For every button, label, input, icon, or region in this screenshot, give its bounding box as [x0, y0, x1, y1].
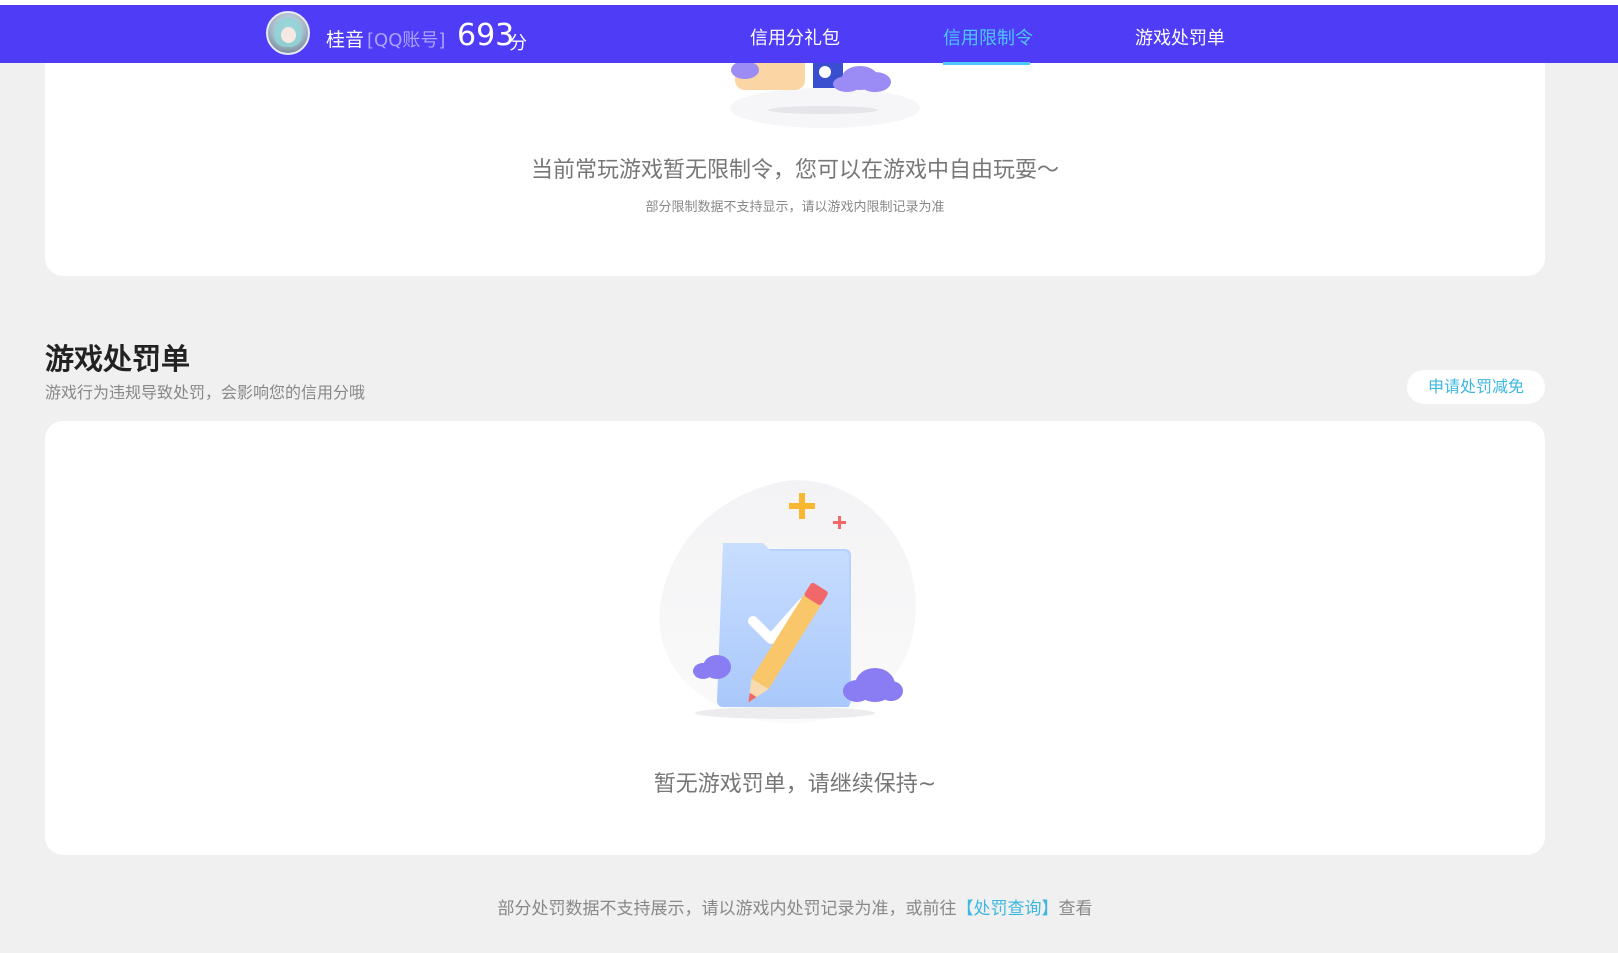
penalty-footer-note: 部分处罚数据不支持展示，请以游戏内处罚记录为准，或前往【处罚查询】查看 [0, 894, 1590, 919]
empty-penalty-illustration [659, 480, 916, 724]
user-nickname: 桂音 [326, 29, 365, 51]
penalty-section-subtitle: 游戏行为违规导致处罚，会影响您的信用分哦 [45, 383, 366, 402]
credit-score: 693 [457, 18, 515, 53]
apply-penalty-reduction-button[interactable]: 申请处罚减免 [1407, 370, 1545, 404]
credit-score-unit: 分 [509, 33, 527, 54]
footer-text: 部分处罚数据不支持展示，请以游戏内处罚记录为准，或前往 [497, 899, 957, 919]
penalty-card: 暂无游戏罚单，请继续保持~ [45, 421, 1545, 855]
user-avatar[interactable] [266, 11, 310, 55]
tab-credit-restriction[interactable]: 信用限制令 [943, 24, 1033, 50]
tab-game-penalty[interactable]: 游戏处罚单 [1135, 24, 1225, 50]
penalty-empty-message: 暂无游戏罚单，请继续保持~ [653, 772, 937, 797]
restriction-note: 部分限制数据不支持显示，请以游戏内限制记录为准 [645, 200, 945, 215]
penalty-query-link[interactable]: 【处罚查询】 [957, 899, 1059, 919]
restriction-empty-message: 当前常玩游戏暂无限制令，您可以在游戏中自由玩耍～ [530, 158, 1059, 183]
active-tab-indicator [943, 62, 1030, 65]
account-type-label: [QQ账号] [367, 30, 446, 51]
top-nav-bar: 桂音 [QQ账号] 693 分 信用分礼包 信用限制令 游戏处罚单 [0, 0, 1618, 65]
footer-text-end: 查看 [1058, 899, 1093, 919]
penalty-section-title: 游戏处罚单 [45, 342, 191, 376]
tab-credit-gift[interactable]: 信用分礼包 [750, 24, 840, 50]
